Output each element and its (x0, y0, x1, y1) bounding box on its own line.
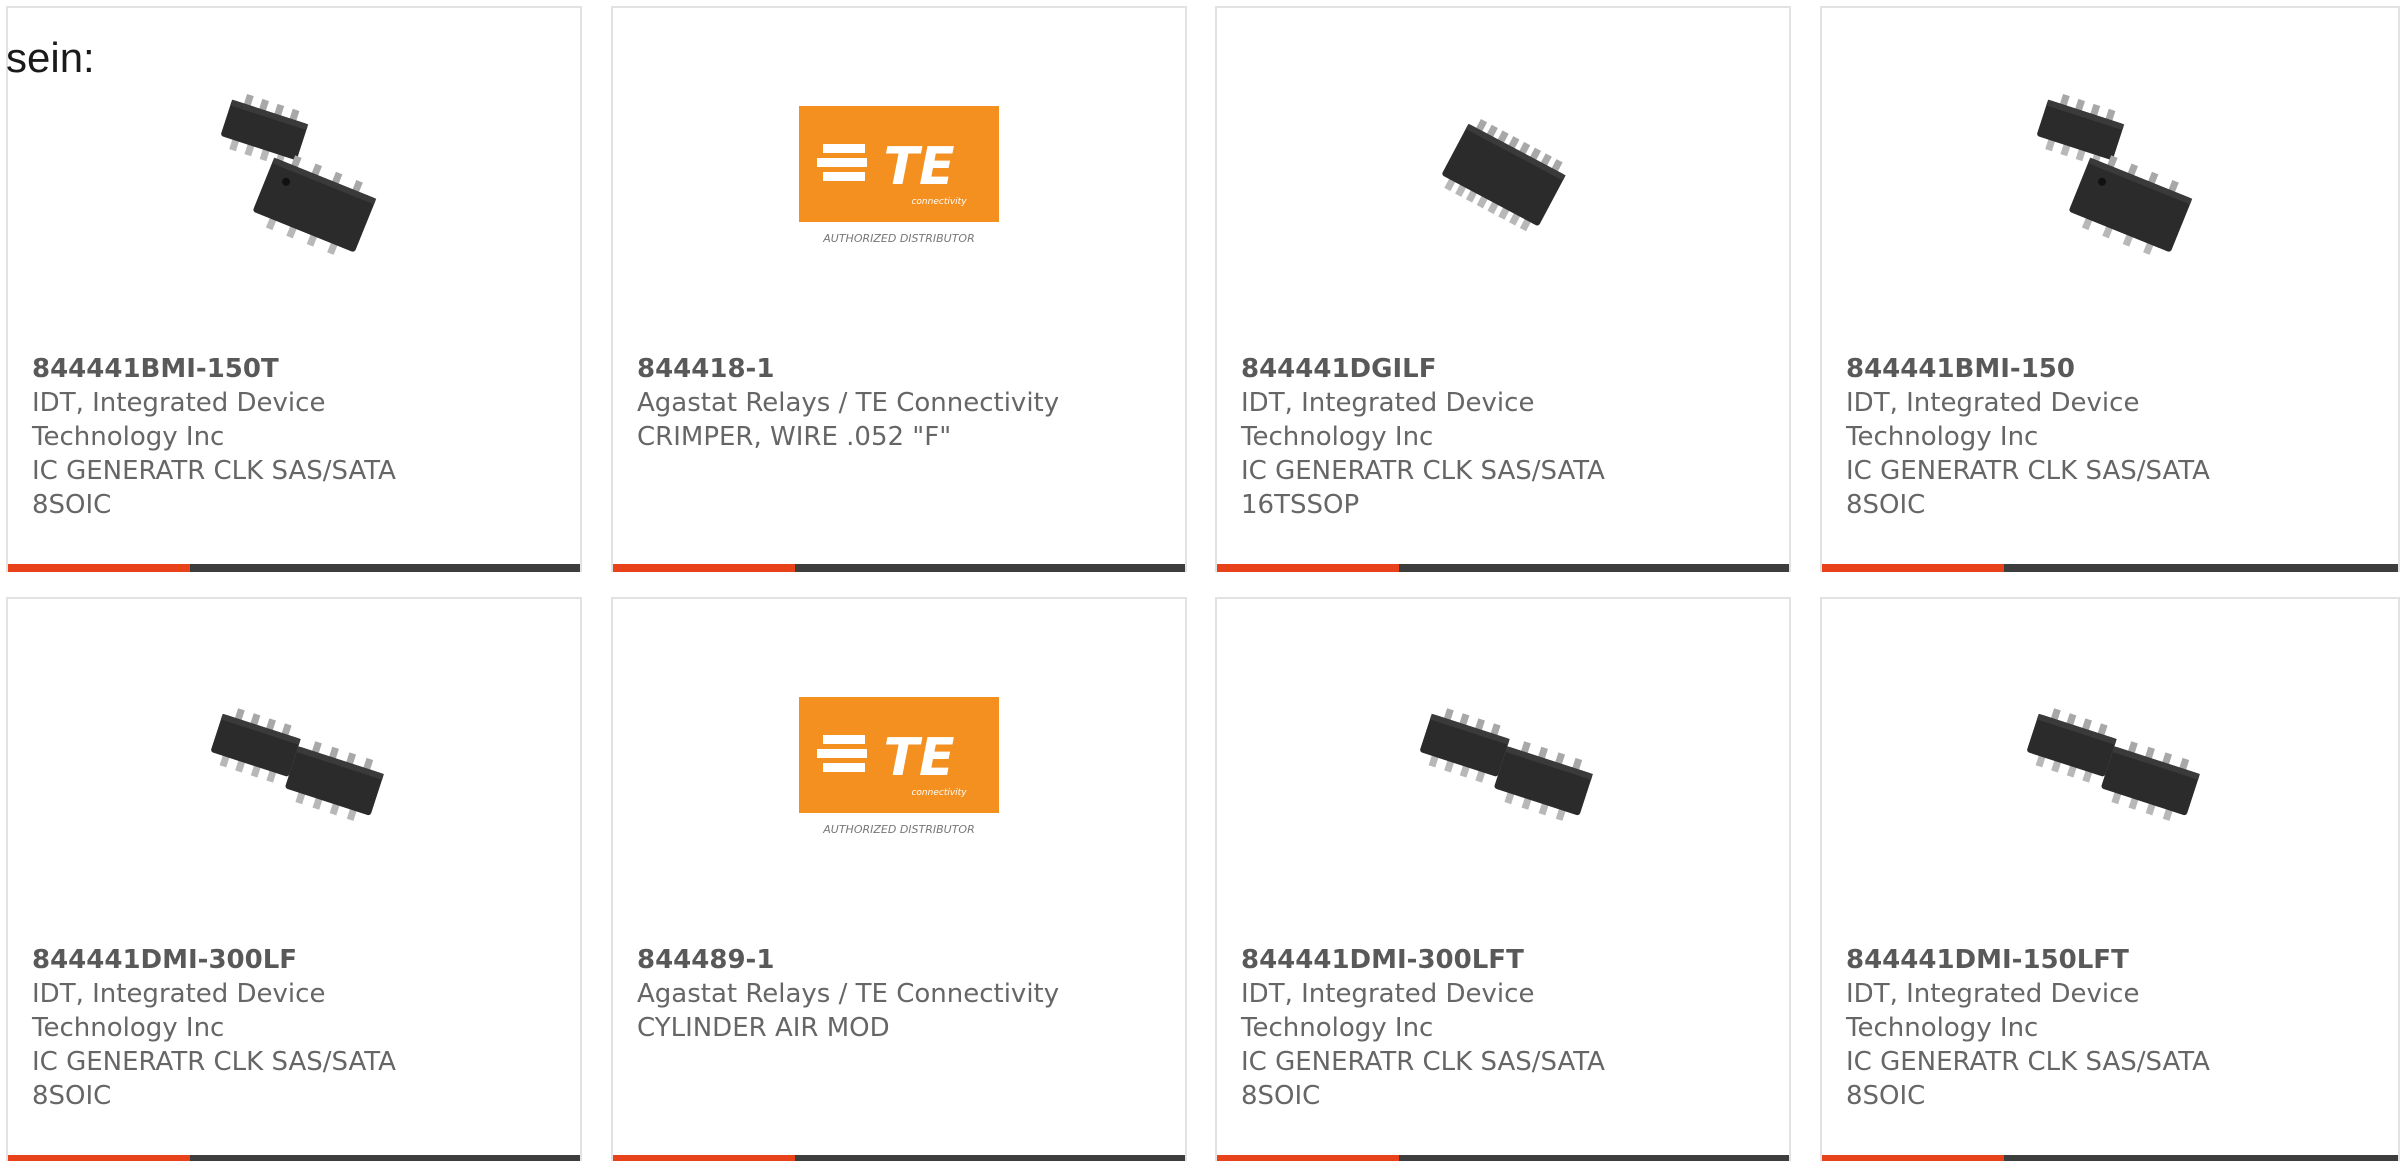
description: IC GENERATR CLK SAS/SATA 16TSSOP (1241, 456, 1605, 520)
product-image[interactable] (194, 76, 394, 276)
product-card[interactable]: 844441DMI-150LFT IDT, Integrated Device … (1820, 597, 2400, 1161)
product-info: 844441BMI-150T IDT, Integrated Device Te… (32, 352, 560, 522)
soic8-chip-pair-icon (2037, 93, 2193, 255)
manufacturer: IDT, Integrated Device Technology Inc (32, 979, 326, 1043)
te-logo-caption: AUTHORIZED DISTRIBUTOR (822, 823, 975, 836)
description: IC GENERATR CLK SAS/SATA 8SOIC (1846, 1047, 2210, 1111)
product-image[interactable] (1403, 76, 1603, 276)
card-accent (613, 564, 795, 572)
description: CRIMPER, WIRE .052 "F" (637, 422, 952, 452)
card-accent (8, 564, 190, 572)
manufacturer: IDT, Integrated Device Technology Inc (1846, 979, 2140, 1043)
part-number-link[interactable]: 844441DMI-150LFT (1846, 943, 2378, 977)
card-accent (613, 1155, 795, 1161)
description: CYLINDER AIR MOD (637, 1013, 890, 1043)
product-info: 844441DGILF IDT, Integrated Device Techn… (1241, 352, 1769, 522)
card-bottom-bar (1217, 1155, 1789, 1161)
product-info: 844441BMI-150 IDT, Integrated Device Tec… (1846, 352, 2378, 522)
card-accent (1217, 564, 1399, 572)
card-bottom-bar (613, 564, 1185, 572)
tssop16-chip-icon (1442, 118, 1566, 232)
card-accent (8, 1155, 190, 1161)
te-connectivity-logo: TEconnectivity AUTHORIZED DISTRIBUTOR (799, 106, 999, 245)
description: IC GENERATR CLK SAS/SATA 8SOIC (32, 456, 396, 520)
product-card[interactable]: TE connectivity AUTHORIZED DISTRIBUTOR 844… (611, 6, 1187, 572)
product-card[interactable]: TE connectivity AUTHORIZED DISTRIBUTOR 844… (611, 597, 1187, 1161)
card-bottom-bar (8, 1155, 580, 1161)
te-logo-sub: connectivity (911, 788, 967, 798)
manufacturer: IDT, Integrated Device Technology Inc (1846, 388, 2140, 452)
part-number-link[interactable]: 844441DGILF (1241, 352, 1769, 386)
product-image[interactable] (2010, 76, 2210, 276)
card-accent (1822, 1155, 2004, 1161)
description: IC GENERATR CLK SAS/SATA 8SOIC (1846, 456, 2210, 520)
part-number-link[interactable]: 844441DMI-300LF (32, 943, 560, 977)
product-card[interactable]: 844441DGILF IDT, Integrated Device Techn… (1215, 6, 1791, 572)
page-label: sein: (6, 34, 95, 81)
product-info: 844441DMI-150LFT IDT, Integrated Device … (1846, 943, 2378, 1113)
manufacturer: IDT, Integrated Device Technology Inc (32, 388, 326, 452)
product-card[interactable]: 844441DMI-300LFT IDT, Integrated Device … (1215, 597, 1791, 1161)
description: IC GENERATR CLK SAS/SATA 8SOIC (32, 1047, 396, 1111)
product-info: 844418-1 Agastat Relays / TE Connectivit… (637, 352, 1165, 454)
card-bottom-bar (8, 564, 580, 572)
product-card[interactable]: 844441BMI-150 IDT, Integrated Device Tec… (1820, 6, 2400, 572)
manufacturer: IDT, Integrated Device Technology Inc (1241, 388, 1535, 452)
part-number-link[interactable]: 844441BMI-150T (32, 352, 560, 386)
manufacturer: Agastat Relays / TE Connectivity (637, 388, 1060, 418)
card-bottom-bar (1822, 1155, 2398, 1161)
product-image[interactable] (2010, 667, 2210, 867)
product-info: 844489-1 Agastat Relays / TE Connectivit… (637, 943, 1165, 1045)
product-image[interactable]: TE connectivity AUTHORIZED DISTRIBUTOR (799, 667, 999, 867)
product-info: 844441DMI-300LFT IDT, Integrated Device … (1241, 943, 1769, 1113)
part-number-link[interactable]: 844441BMI-150 (1846, 352, 2378, 386)
product-image[interactable] (1403, 667, 1603, 867)
card-bottom-bar (613, 1155, 1185, 1161)
soic8-chip-pair-icon (221, 93, 377, 255)
card-bottom-bar (1822, 564, 2398, 572)
soic8-chip-pair-flat-icon (2027, 708, 2200, 821)
description: IC GENERATR CLK SAS/SATA 8SOIC (1241, 1047, 1605, 1111)
part-number-link[interactable]: 844418-1 (637, 352, 1165, 386)
te-logo-text: TE (884, 728, 955, 788)
soic8-chip-pair-flat-icon (211, 708, 384, 821)
product-card[interactable]: 844441DMI-300LF IDT, Integrated Device T… (6, 597, 582, 1161)
part-number-link[interactable]: 844441DMI-300LFT (1241, 943, 1769, 977)
product-image[interactable] (194, 667, 394, 867)
te-logo-sub: connectivity (911, 197, 967, 207)
te-logo-caption: AUTHORIZED DISTRIBUTOR (822, 232, 975, 245)
card-bottom-bar (1217, 564, 1789, 572)
part-number-link[interactable]: 844489-1 (637, 943, 1165, 977)
manufacturer: Agastat Relays / TE Connectivity (637, 979, 1060, 1009)
card-accent (1822, 564, 2004, 572)
soic8-chip-pair-flat-icon (1420, 708, 1593, 821)
te-logo-text: TE (884, 137, 955, 197)
product-image[interactable]: TE connectivity AUTHORIZED DISTRIBUTOR (799, 76, 999, 276)
card-accent (1217, 1155, 1399, 1161)
manufacturer: IDT, Integrated Device Technology Inc (1241, 979, 1535, 1043)
te-connectivity-logo: TEconnectivity AUTHORIZED DISTRIBUTOR (799, 697, 999, 836)
product-card[interactable]: 844441BMI-150T IDT, Integrated Device Te… (6, 6, 582, 572)
product-info: 844441DMI-300LF IDT, Integrated Device T… (32, 943, 560, 1113)
